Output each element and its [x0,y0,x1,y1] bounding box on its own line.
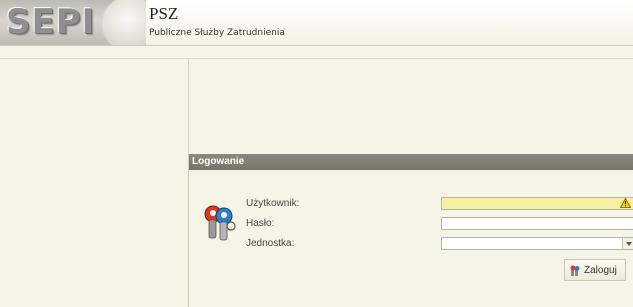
app-title: PSZ [149,4,179,23]
login-panel: Logowanie Użytkownik: Hasło: Jednostka: … [188,154,633,307]
logo-text: SEPI [6,2,96,42]
sepi-logo: SEPI [0,0,146,45]
logo-disc [102,0,146,45]
login-button-label: Zaloguj [584,265,617,276]
user-field[interactable] [441,197,633,210]
app-subtitle: Publiczne Służby Zatrudnienia [149,28,285,38]
password-field[interactable] [441,217,633,230]
login-icon [570,265,580,276]
warning-icon [620,198,631,208]
unit-select[interactable] [441,237,633,250]
left-sidebar [0,59,189,307]
app-header: SEPI PSZ Publiczne Służby Zatrudnienia [0,0,633,46]
keys-icon [204,205,236,241]
chevron-down-icon[interactable] [622,238,633,249]
login-button[interactable]: Zaloguj [564,259,626,281]
user-label: Użytkownik: [246,198,300,209]
password-label: Hasło: [246,218,275,229]
login-panel-title: Logowanie [189,154,633,170]
unit-label: Jednostka: [246,238,295,249]
